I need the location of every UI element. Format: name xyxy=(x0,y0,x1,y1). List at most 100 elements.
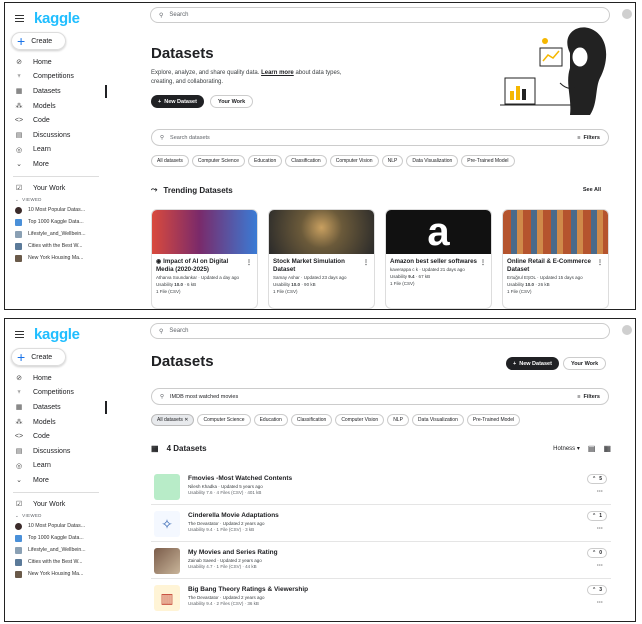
dataset-result-row[interactable]: My Movies and Series Rating Zainab Saeed… xyxy=(151,543,611,579)
viewed-section-label: ⌄ VIEWED xyxy=(15,196,42,203)
your-work-icon: ☑ xyxy=(15,185,23,193)
recent-item[interactable]: Top 1000 Kaggle Data... xyxy=(5,216,107,228)
sidebar-item-your-work[interactable]: ☑ Your Work xyxy=(5,181,107,196)
sidebar-item-datasets[interactable]: ▦ Datasets xyxy=(5,84,107,99)
chip-data-visualization[interactable]: Data Visualization xyxy=(406,155,459,167)
recent-item[interactable]: New York Housing Ma... xyxy=(5,568,107,580)
more-options-icon[interactable]: ⋮ xyxy=(363,259,369,266)
dataset-card-image xyxy=(152,210,257,254)
chip-pre-trained-model[interactable]: Pre-Trained Model xyxy=(466,414,521,426)
dataset-search-input[interactable]: ⚲ IMDB most watched movies ≡ Filters xyxy=(151,388,609,405)
more-options-icon[interactable]: ··· xyxy=(597,489,603,495)
recent-item[interactable]: Cities with the Best W... xyxy=(5,240,107,252)
upvote-button[interactable]: ⌃ 1 xyxy=(587,511,607,521)
dataset-search-input[interactable]: ⚲ Search datasets ≡ Filters xyxy=(151,129,609,146)
more-options-icon[interactable]: ⋮ xyxy=(480,259,486,266)
kaggle-logo[interactable]: kaggle xyxy=(34,10,80,27)
more-options-icon[interactable]: ⋮ xyxy=(597,259,603,266)
learn-more-link[interactable]: Learn more xyxy=(261,70,294,76)
more-options-icon[interactable]: ··· xyxy=(597,600,603,606)
chip-pre-trained-model[interactable]: Pre-Trained Model xyxy=(461,155,515,167)
chip-education[interactable]: Education xyxy=(248,155,283,167)
recent-item[interactable]: Top 1000 Kaggle Data... xyxy=(5,532,107,544)
sidebar-item-discussions[interactable]: ▤ Discussions xyxy=(5,128,107,143)
user-avatar[interactable] xyxy=(622,325,632,335)
menu-icon[interactable] xyxy=(15,331,24,338)
filters-button[interactable]: ≡ Filters xyxy=(577,135,600,141)
chip-all-datasets[interactable]: All datasets xyxy=(151,155,189,167)
global-search-input[interactable]: ⚲ Search xyxy=(150,7,610,23)
dataset-usability: Usability 9.4 · 1 File (CSV) · 3 kB xyxy=(188,527,255,532)
new-dataset-button[interactable]: + New Dataset xyxy=(151,95,204,108)
see-all-link[interactable]: See All xyxy=(583,187,601,193)
dataset-title: Big Bang Theory Ratings & Viewership xyxy=(188,586,309,593)
chip-computer-science[interactable]: Computer Science xyxy=(191,155,245,167)
dataset-card[interactable]: ◉ Impact of AI on Digital Media (2020-20… xyxy=(151,209,258,309)
more-options-icon[interactable]: ··· xyxy=(597,563,603,569)
recent-item[interactable]: Lifestyle_and_Wellbein... xyxy=(5,228,107,240)
dataset-card-title: Stock Market Simulation Dataset xyxy=(273,258,345,273)
sidebar-item-learn[interactable]: ◎ Learn xyxy=(5,459,107,474)
upvote-button[interactable]: ⌃ 0 xyxy=(587,548,607,558)
recent-item[interactable]: New York Housing Ma... xyxy=(5,252,107,264)
chip-all-datasets[interactable]: All datasets ✕ xyxy=(151,414,195,426)
chip-computer-science[interactable]: Computer Science xyxy=(197,414,251,426)
chip-nlp[interactable]: NLP xyxy=(387,414,409,426)
new-dataset-button[interactable]: + New Dataset xyxy=(506,357,559,370)
chip-computer-vision[interactable]: Computer Vision xyxy=(329,155,379,167)
menu-icon[interactable] xyxy=(15,15,24,22)
create-button[interactable]: + Create xyxy=(11,32,66,50)
recent-item[interactable]: 10 Most Popular Datas... xyxy=(5,520,107,532)
main-content: ⚲ Search Datasets + New Dataset Your Work… xyxy=(148,319,635,621)
more-options-icon[interactable]: ⋮ xyxy=(246,259,252,266)
sidebar-item-more[interactable]: ⌄ More xyxy=(5,473,107,488)
create-button[interactable]: + Create xyxy=(11,348,66,366)
grid-view-icon[interactable]: ▦ xyxy=(603,444,611,453)
sidebar-item-competitions[interactable]: ♆ Competitions xyxy=(5,70,107,85)
your-work-button[interactable]: Your Work xyxy=(562,357,607,370)
global-search-input[interactable]: ⚲ Search xyxy=(150,323,610,339)
list-view-icon[interactable]: ▤ xyxy=(588,444,596,453)
dataset-result-row[interactable]: ▥ Big Bang Theory Ratings & Viewership T… xyxy=(151,580,611,616)
user-avatar[interactable] xyxy=(622,9,632,19)
chip-education[interactable]: Education xyxy=(253,414,288,426)
upvote-button[interactable]: ⌃ 3 xyxy=(587,585,607,595)
sidebar-item-competitions[interactable]: ♆ Competitions xyxy=(5,386,107,401)
filters-button[interactable]: ≡ Filters xyxy=(577,394,600,400)
recent-item[interactable]: Lifestyle_and_Wellbein... xyxy=(5,544,107,556)
close-icon[interactable]: ✕ xyxy=(184,417,188,423)
more-options-icon[interactable]: ··· xyxy=(597,526,603,532)
dataset-card[interactable]: Online Retail & E-Commerce Dataset ⋮ Ert… xyxy=(502,209,609,309)
chip-nlp[interactable]: NLP xyxy=(381,155,404,167)
sidebar-item-your-work[interactable]: ☑ Your Work xyxy=(5,497,107,512)
sidebar-item-models[interactable]: ⁂ Models xyxy=(5,99,107,114)
recent-item[interactable]: Cities with the Best W... xyxy=(5,556,107,568)
sidebar-item-code[interactable]: <> Code xyxy=(5,429,107,444)
sidebar: kaggle + Create ⊘ Home ♆ Competitions ▦ Dat… xyxy=(5,319,107,621)
sidebar-item-more[interactable]: ⌄ More xyxy=(5,157,107,172)
kaggle-logo[interactable]: kaggle xyxy=(34,326,80,343)
sidebar-item-models[interactable]: ⁂ Models xyxy=(5,415,107,430)
your-work-button[interactable]: Your Work xyxy=(209,95,254,108)
dataset-card-title: Amazon best seller softwares xyxy=(390,258,477,265)
chip-classification[interactable]: Classification xyxy=(290,414,333,426)
page-title: Datasets xyxy=(151,45,214,62)
chevron-down-icon: ⌄ xyxy=(16,161,22,169)
dataset-card[interactable]: a Amazon best seller softwares ⋮ kaverap… xyxy=(385,209,492,309)
sidebar-item-datasets[interactable]: ▦ Datasets xyxy=(5,400,107,415)
dataset-card[interactable]: Stock Market Simulation Dataset ⋮ Samay … xyxy=(268,209,375,309)
upvote-button[interactable]: ⌃ 5 xyxy=(587,474,607,484)
sidebar-item-home[interactable]: ⊘ Home xyxy=(5,371,107,386)
sidebar-item-code[interactable]: <> Code xyxy=(5,113,107,128)
sort-dropdown[interactable]: Hotness ▾ xyxy=(553,445,580,452)
sidebar-item-learn[interactable]: ◎ Learn xyxy=(5,143,107,158)
sidebar-item-discussions[interactable]: ▤ Discussions xyxy=(5,444,107,459)
dataset-result-row[interactable]: ✧ Cinderella Movie Adaptations The Devas… xyxy=(151,506,611,542)
chip-computer-vision[interactable]: Computer Vision xyxy=(335,414,385,426)
dataset-result-row[interactable]: Fmovies -Most Watched Contents Nilesh Kh… xyxy=(151,469,611,505)
chip-classification[interactable]: Classification xyxy=(285,155,327,167)
recent-item[interactable]: 10 Most Popular Datas... xyxy=(5,204,107,216)
chip-data-visualization[interactable]: Data Visualization xyxy=(411,414,464,426)
sidebar-item-home[interactable]: ⊘ Home xyxy=(5,55,107,70)
plus-icon: + xyxy=(513,360,517,367)
